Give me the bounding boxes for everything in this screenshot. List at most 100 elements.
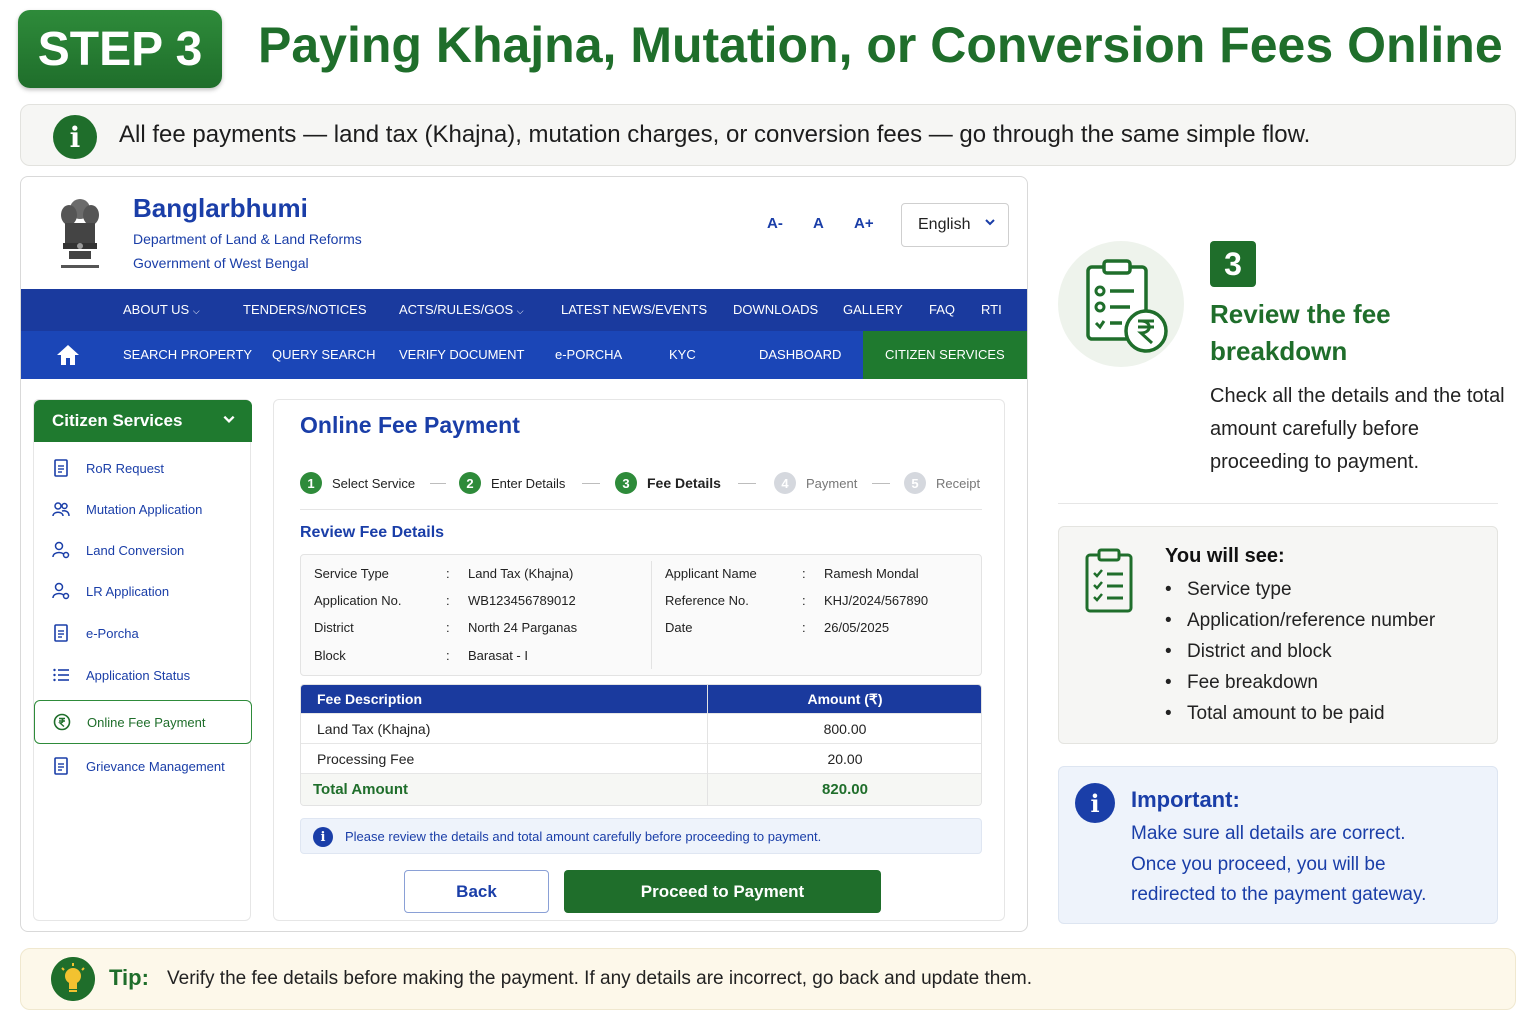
list-item: • Total amount to be paid: [1165, 703, 1385, 724]
sidebar-item-label: Mutation Application: [86, 501, 203, 517]
detail-value: Ramesh Mondal: [824, 566, 919, 581]
nav-verify-document[interactable]: VERIFY DOCUMENT: [399, 347, 524, 362]
detail-colon: :: [446, 648, 450, 663]
nav-downloads[interactable]: DOWNLOADS: [733, 302, 818, 317]
proceed-to-payment-button[interactable]: Proceed to Payment: [564, 870, 881, 913]
detail-value: North 24 Parganas: [468, 620, 578, 635]
users-icon: [52, 502, 70, 517]
total-row: Total Amount 820.00: [301, 773, 981, 805]
sidebar-item-e-porcha[interactable]: e-Porcha: [34, 613, 252, 653]
column-header: Fee Description: [317, 691, 423, 707]
sidebar-header[interactable]: Citizen Services: [34, 400, 252, 442]
sidebar-item-label: e-Porcha: [86, 625, 139, 641]
sidebar-item-label: RoR Request: [86, 460, 165, 476]
table-row: Land Tax (Khajna) 800.00: [301, 713, 981, 743]
step-receipt: 5 Receipt: [904, 472, 980, 494]
back-button[interactable]: Back: [404, 870, 549, 913]
nav-latest-news[interactable]: LATEST NEWS/EVENTS: [561, 302, 707, 317]
step-number: 4: [774, 472, 796, 494]
you-will-see-box: You will see: • Service type • Application…: [1058, 526, 1498, 744]
sidebar-item-land-conversion[interactable]: Land Conversion: [34, 530, 252, 570]
nav-rti[interactable]: RTI: [981, 302, 1002, 317]
sidebar-item-mutation-application[interactable]: Mutation Application: [34, 489, 252, 529]
nav-query-search[interactable]: QUERY SEARCH: [272, 347, 376, 362]
home-icon[interactable]: [55, 343, 81, 367]
info-bar: i All fee payments — land tax (Khajna), …: [20, 104, 1516, 166]
user-gear-icon: [52, 582, 70, 600]
document-icon: [54, 459, 68, 477]
sidebar-item-lr-application[interactable]: LR Application: [34, 571, 252, 611]
nav-kyc[interactable]: KYC: [669, 347, 696, 362]
step-number: 2: [459, 472, 481, 494]
sidebar-item-label: Application Status: [86, 667, 191, 683]
detail-colon: :: [802, 593, 806, 608]
site-department: Department of Land & Land Reforms: [133, 231, 362, 247]
detail-label: Block: [314, 648, 346, 663]
important-box: i Important: Make sure all details are c…: [1058, 766, 1498, 924]
page-title: Paying Khajna, Mutation, or Conversion F…: [258, 17, 1503, 73]
state-emblem-icon: [61, 199, 99, 268]
sidebar-item-ror-request[interactable]: RoR Request: [34, 448, 252, 488]
chevron-down-icon: [223, 415, 235, 423]
divider: [707, 685, 708, 805]
step-connector: [738, 483, 756, 484]
nav-faq[interactable]: FAQ: [929, 302, 955, 317]
nav-search-property[interactable]: SEARCH PROPERTY: [123, 347, 252, 362]
font-increase-button[interactable]: A+: [854, 215, 874, 232]
step-description: Check all the details and the total amou…: [1210, 385, 1505, 473]
info-text: All fee payments — land tax (Khajna), mu…: [119, 121, 1311, 148]
detail-value: Barasat - I: [468, 648, 528, 663]
sidebar-item-online-fee-payment[interactable]: Online Fee Payment: [34, 700, 252, 744]
fee-table-header: Fee Description Amount (₹): [301, 685, 981, 713]
fee-description: Land Tax (Khajna): [317, 721, 431, 737]
divider: [651, 561, 652, 669]
detail-value: KHJ/2024/567890: [824, 593, 929, 608]
font-normal-button[interactable]: A: [813, 215, 824, 232]
site-name[interactable]: Banglarbhumi: [133, 193, 308, 224]
site-government: Government of West Bengal: [133, 255, 309, 271]
nav-about-us[interactable]: ABOUT US ⌵: [123, 302, 200, 317]
divider: [300, 509, 982, 510]
language-select[interactable]: English: [901, 203, 1009, 247]
tip-bar: Tip: Verify the fee details before makin…: [20, 948, 1516, 1010]
review-notice: i Please review the details and total am…: [300, 818, 982, 854]
sidebar-item-application-status[interactable]: Application Status: [34, 655, 252, 695]
citizen-services-sidebar: Citizen Services RoR Request Mutation Ap…: [33, 399, 252, 921]
font-decrease-button[interactable]: A-: [767, 215, 783, 232]
step-select-service: 1 Select Service: [300, 472, 415, 494]
chevron-down-icon: ⌵: [192, 306, 200, 316]
nav-gallery[interactable]: GALLERY: [843, 302, 903, 317]
secondary-nav: SEARCH PROPERTY QUERY SEARCH VERIFY DOCU…: [21, 331, 1027, 379]
important-title: Important:: [1131, 787, 1240, 812]
lightbulb-icon: [51, 957, 95, 1001]
detail-value: 26/05/2025: [824, 620, 890, 635]
nav-acts[interactable]: ACTS/RULES/GOS ⌵: [399, 302, 524, 317]
you-will-see-title: You will see:: [1165, 545, 1285, 567]
total-amount: 820.00: [822, 781, 868, 798]
detail-colon: :: [802, 620, 806, 635]
nav-dashboard[interactable]: DASHBOARD: [759, 347, 841, 362]
fee-description: Processing Fee: [317, 751, 415, 767]
nav-tenders[interactable]: TENDERS/NOTICES: [243, 302, 367, 317]
primary-nav: ABOUT US ⌵ TENDERS/NOTICES ACTS/RULES/GO…: [21, 289, 1027, 331]
nav-citizen-services[interactable]: CITIZEN SERVICES: [863, 331, 1027, 379]
detail-value: WB123456789012: [468, 593, 576, 608]
portal-screenshot: Banglarbhumi Department of Land & Land R…: [20, 176, 1028, 932]
step-label: Enter Details: [491, 475, 566, 491]
total-label: Total Amount: [313, 781, 408, 798]
content-title: Online Fee Payment: [300, 412, 520, 438]
sidebar-item-grievance-management[interactable]: Grievance Management: [34, 746, 252, 786]
detail-colon: :: [446, 620, 450, 635]
list-item: • Service type: [1165, 579, 1292, 600]
user-gear-icon: [52, 541, 70, 559]
step-connector: [430, 483, 446, 484]
fee-payment-card: Online Fee Payment 1 Select Service 2 En…: [273, 399, 1005, 921]
chevron-down-icon: ⌵: [516, 306, 524, 316]
nav-e-porcha[interactable]: e-PORCHA: [555, 347, 622, 362]
document-icon: [54, 624, 68, 642]
list-item: • District and block: [1165, 641, 1332, 662]
info-icon: i: [313, 827, 333, 847]
fee-amount: 800.00: [823, 721, 867, 737]
step-connector: [872, 483, 890, 484]
info-icon: i: [53, 115, 97, 159]
